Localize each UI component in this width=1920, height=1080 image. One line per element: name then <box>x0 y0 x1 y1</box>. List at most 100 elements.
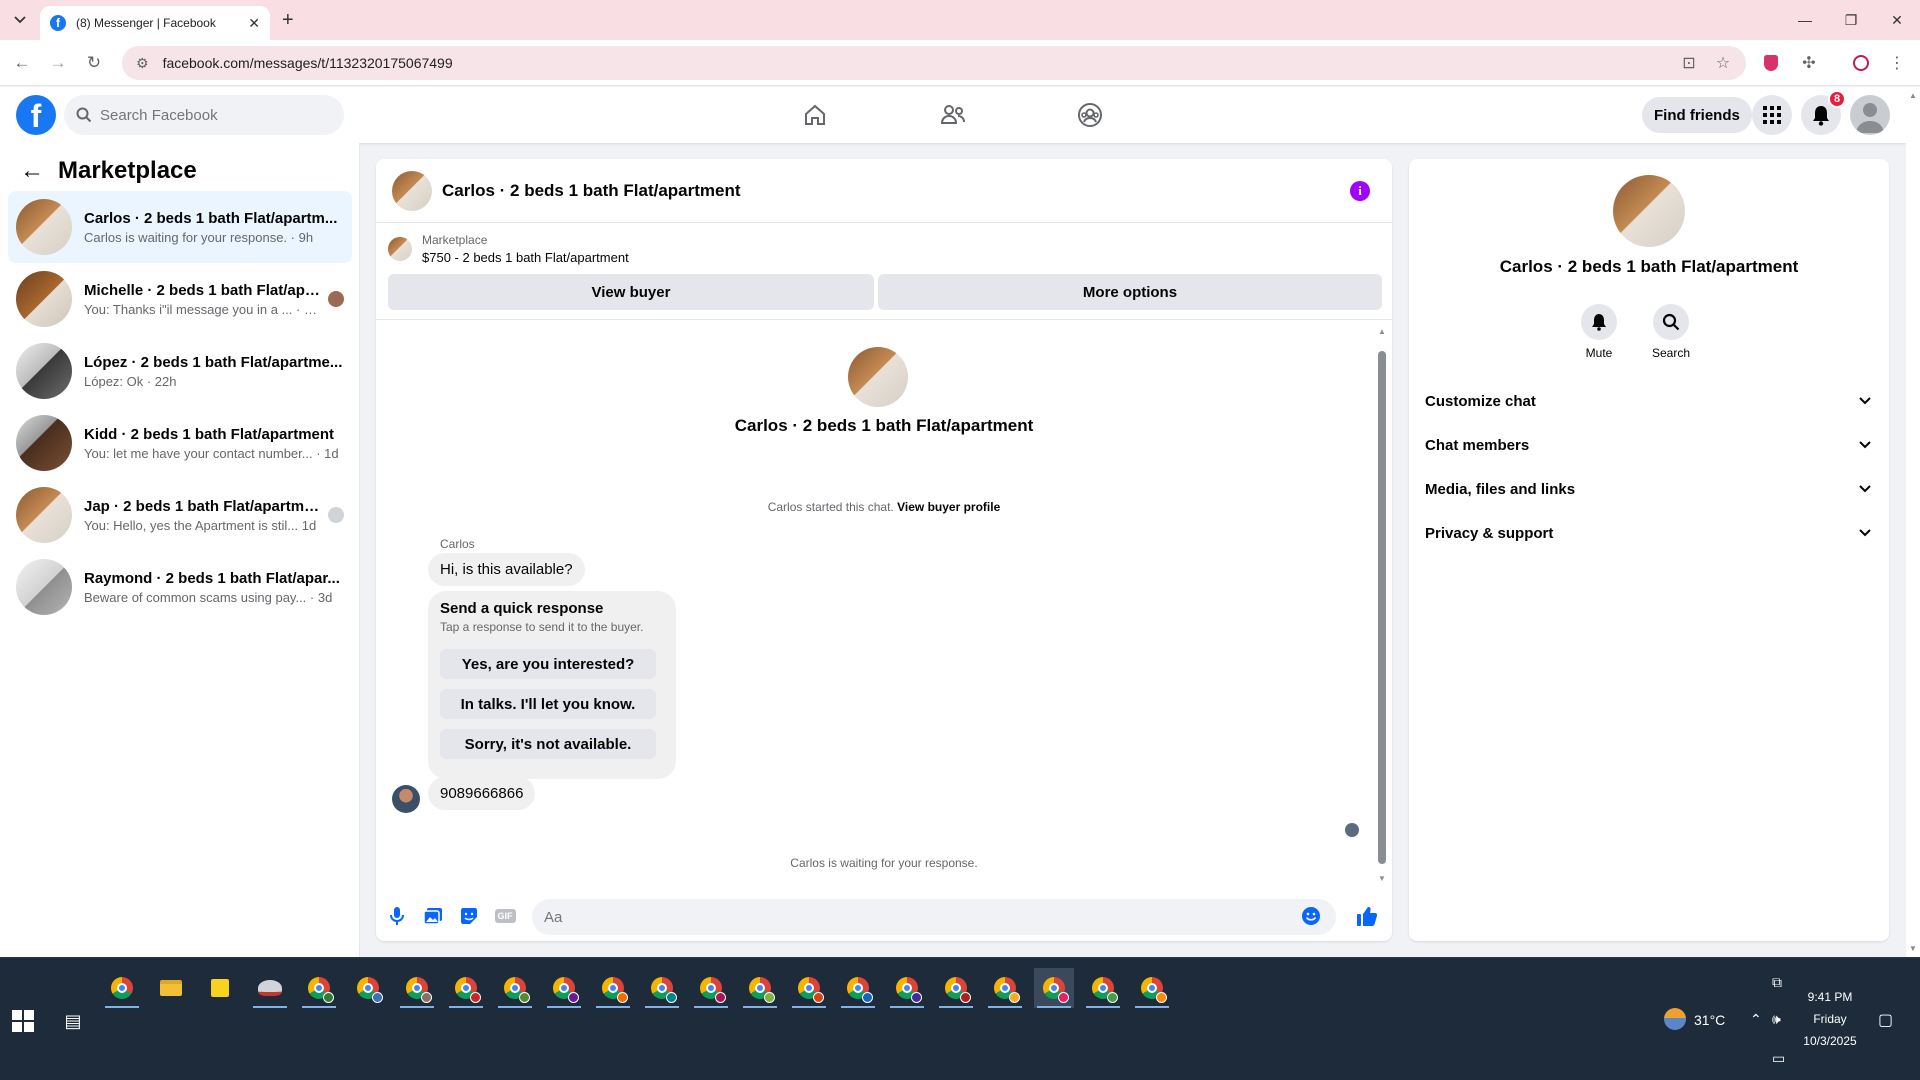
info-icon[interactable]: i <box>1350 181 1370 201</box>
tray-overflow-icon[interactable]: ⌃ <box>1750 1011 1762 1028</box>
quick-reply-not-available[interactable]: Sorry, it's not available. <box>440 729 656 759</box>
chrome-profile-taskbar-icon[interactable] <box>789 968 829 1008</box>
chat-item-kidd[interactable]: Kidd · 2 beds 1 bath Flat/apartment You:… <box>8 407 352 479</box>
quick-reply-interested[interactable]: Yes, are you interested? <box>440 649 656 679</box>
chat-preview: You: Hello, yes the Apartment is stil...… <box>84 517 317 533</box>
chat-item-michelle[interactable]: Michelle · 2 beds 1 bath Flat/apa... You… <box>8 263 352 335</box>
close-tab-icon[interactable]: ✕ <box>248 15 260 32</box>
customize-chat-section[interactable]: Customize chat <box>1417 379 1881 423</box>
chrome-profile-taskbar-icon-active[interactable] <box>1034 968 1074 1008</box>
back-button[interactable]: ← <box>10 51 34 75</box>
sticker-icon[interactable] <box>458 905 480 927</box>
view-buyer-button[interactable]: View buyer <box>388 274 874 310</box>
menu-kebab-icon[interactable]: ⋮ <box>1886 52 1908 74</box>
extensions-puzzle-icon[interactable]: ✣ <box>1798 52 1820 74</box>
sticky-notes-icon[interactable] <box>200 968 240 1008</box>
profile-icon[interactable] <box>1850 52 1872 74</box>
address-bar[interactable]: ⚙ facebook.com/messages/t/11323201750674… <box>122 46 1746 80</box>
conversation-title[interactable]: Carlos · 2 beds 1 bath Flat/apartment <box>442 181 741 201</box>
media-files-links-section[interactable]: Media, files and links <box>1417 467 1881 511</box>
chrome-profile-taskbar-icon[interactable] <box>740 968 780 1008</box>
chat-item-jap[interactable]: Jap · 2 beds 1 bath Flat/apartment You: … <box>8 479 352 551</box>
chrome-profile-taskbar-icon[interactable] <box>838 968 878 1008</box>
task-view-icon[interactable]: ▤ <box>62 1010 84 1032</box>
facebook-search[interactable] <box>64 95 344 135</box>
message-input[interactable] <box>532 899 1336 935</box>
chat-started-text: Carlos started this chat. <box>767 500 894 514</box>
restore-button[interactable]: ❐ <box>1836 8 1866 32</box>
more-options-button[interactable]: More options <box>878 274 1382 310</box>
chrome-profile-taskbar-icon[interactable] <box>1132 968 1172 1008</box>
gif-icon[interactable]: GIF <box>494 905 516 927</box>
chat-item-carlos[interactable]: Carlos · 2 beds 1 bath Flat/apartm... Ca… <box>8 191 352 263</box>
chrome-profile-taskbar-icon[interactable] <box>642 968 682 1008</box>
facebook-favicon-icon: f <box>50 15 66 31</box>
forward-button[interactable]: → <box>46 51 70 75</box>
photo-icon[interactable] <box>422 905 444 927</box>
emoji-icon[interactable] <box>1300 905 1322 927</box>
chrome-profile-taskbar-icon[interactable] <box>299 968 339 1008</box>
volume-icon[interactable]: 🕪 <box>1772 1011 1781 1028</box>
chrome-taskbar-icon[interactable] <box>102 968 142 1008</box>
chrome-profile-taskbar-icon[interactable] <box>985 968 1025 1008</box>
chrome-profile-taskbar-icon[interactable] <box>936 968 976 1008</box>
tray-device-icon[interactable]: ⧉ <box>1772 974 1782 991</box>
friends-nav-button[interactable] <box>933 95 973 135</box>
chat-item-lopez[interactable]: López · 2 beds 1 bath Flat/apartme... Ló… <box>8 335 352 407</box>
quick-reply-in-talks[interactable]: In talks. I'll let you know. <box>440 689 656 719</box>
file-explorer-icon[interactable] <box>151 968 191 1008</box>
bookmark-star-icon[interactable]: ☆ <box>1712 52 1734 74</box>
chat-item-raymond[interactable]: Raymond · 2 beds 1 bath Flat/apar... Bew… <box>8 551 352 623</box>
windows-start-icon[interactable] <box>12 1010 34 1032</box>
chrome-profile-taskbar-icon[interactable] <box>593 968 633 1008</box>
chat-members-section[interactable]: Chat members <box>1417 423 1881 467</box>
chat-preview: López: Ok · 22h <box>84 373 177 389</box>
microphone-icon[interactable] <box>386 905 408 927</box>
close-window-button[interactable]: ✕ <box>1882 8 1912 32</box>
reload-button[interactable]: ↻ <box>82 51 106 75</box>
new-tab-button[interactable]: + <box>282 10 294 30</box>
find-friends-button[interactable]: Find friends <box>1642 97 1752 133</box>
back-arrow-icon[interactable]: ← <box>20 157 44 185</box>
search-input[interactable] <box>100 106 320 124</box>
thumbs-up-icon[interactable] <box>1356 905 1378 927</box>
install-app-icon[interactable]: ⊡ <box>1678 52 1700 74</box>
page-scrollbar[interactable]: ▲ ▼ <box>1906 87 1920 957</box>
clock-day[interactable]: Friday <box>1800 1012 1860 1026</box>
chrome-profile-taskbar-icon[interactable] <box>691 968 731 1008</box>
listing-summary[interactable]: Marketplace $750 - 2 beds 1 bath Flat/ap… <box>388 233 629 265</box>
account-avatar[interactable] <box>1850 95 1890 135</box>
clock-time[interactable]: 9:41 PM <box>1800 990 1860 1004</box>
home-nav-button[interactable] <box>795 95 835 135</box>
chrome-profile-taskbar-icon[interactable] <box>887 968 927 1008</box>
chrome-profile-taskbar-icon[interactable] <box>495 968 535 1008</box>
seen-avatar <box>328 291 344 307</box>
browser-tab[interactable]: f (8) Messenger | Facebook ✕ <box>40 6 270 40</box>
view-buyer-profile-link[interactable]: View buyer profile <box>897 500 1000 514</box>
tab-search-button[interactable] <box>8 8 32 32</box>
privacy-support-section[interactable]: Privacy & support <box>1417 511 1881 555</box>
chrome-profile-taskbar-icon[interactable] <box>397 968 437 1008</box>
extension-shield-icon[interactable] <box>1760 52 1782 74</box>
chrome-profile-taskbar-icon[interactable] <box>446 968 486 1008</box>
mute-button[interactable]: Mute <box>1569 304 1629 360</box>
chrome-profile-taskbar-icon[interactable] <box>544 968 584 1008</box>
clock-date[interactable]: 10/3/2025 <box>1796 1034 1864 1048</box>
conversation-avatar[interactable] <box>392 170 432 211</box>
divider <box>376 319 1392 320</box>
notifications-center-icon[interactable]: ▢ <box>1878 1010 1893 1030</box>
groups-nav-button[interactable] <box>1070 95 1110 135</box>
weather-icon[interactable] <box>1664 1008 1686 1030</box>
chrome-profile-taskbar-icon[interactable] <box>1083 968 1123 1008</box>
menu-button[interactable] <box>1752 95 1792 135</box>
facebook-logo-icon[interactable]: f <box>16 95 56 135</box>
section-label: Chat members <box>1425 436 1530 454</box>
chrome-profile-taskbar-icon[interactable] <box>348 968 388 1008</box>
minimize-button[interactable]: — <box>1790 8 1820 32</box>
temperature[interactable]: 31°C <box>1694 1012 1725 1028</box>
grid-menu-icon <box>1763 106 1781 124</box>
search-conversation-button[interactable]: Search <box>1641 304 1701 360</box>
network-icon[interactable]: ▭ <box>1772 1050 1785 1067</box>
site-info-icon[interactable]: ⚙ <box>136 55 149 72</box>
app-taskbar-icon[interactable] <box>250 968 290 1008</box>
